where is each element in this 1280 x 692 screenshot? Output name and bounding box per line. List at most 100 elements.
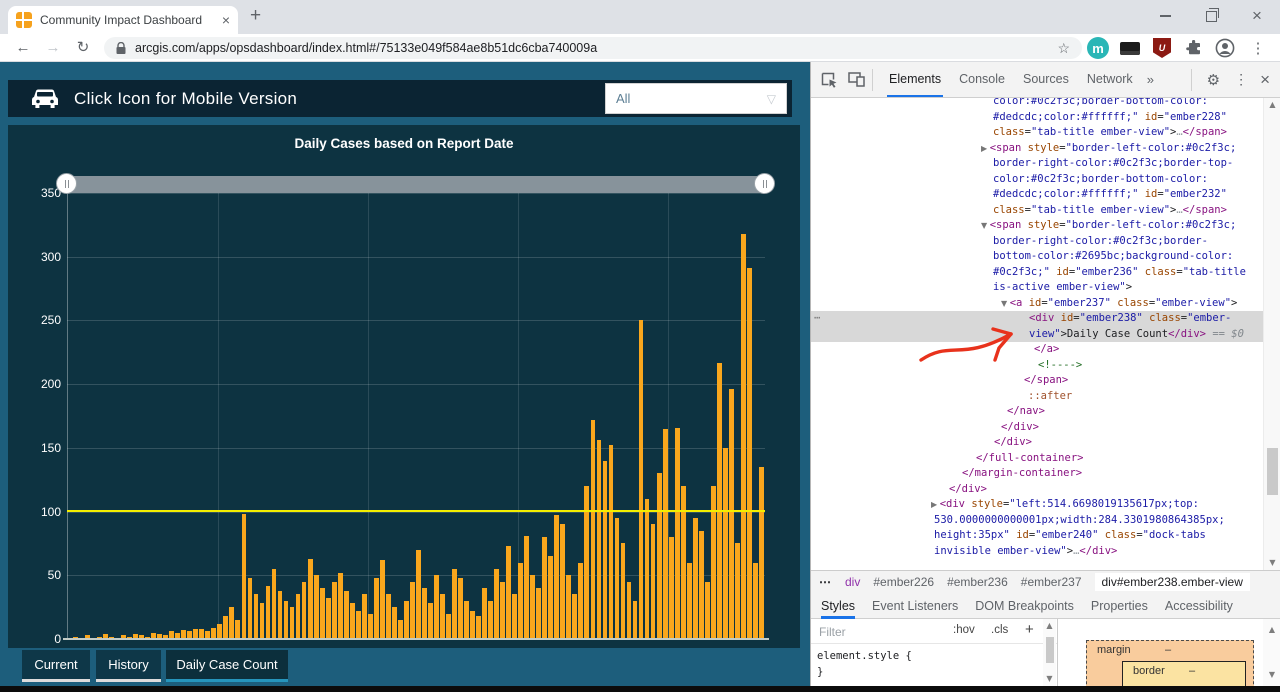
address-bar[interactable]: arcgis.com/apps/opsdashboard/index.html#… [104, 37, 1082, 59]
line-marker-icon[interactable]: ⋯ [814, 311, 821, 327]
window-close-button[interactable]: × [1235, 0, 1279, 32]
chart-bar[interactable] [470, 611, 475, 639]
chart-bar[interactable] [434, 575, 439, 639]
ublock-extension-icon[interactable]: U [1151, 37, 1173, 59]
sidebar-tab-dom-breakpoints[interactable]: DOM Breakpoints [975, 593, 1074, 619]
chart-bar[interactable] [266, 586, 271, 640]
chart-bar[interactable] [542, 537, 547, 639]
extension-keyboard-icon[interactable] [1119, 37, 1141, 59]
code-line[interactable]: border-right-color:#0c2f3c;border- [811, 234, 1263, 250]
code-line[interactable]: ▼ <a id="ember237" class="ember-view"> [811, 296, 1263, 312]
chart-bar[interactable] [651, 524, 656, 639]
chart-bar[interactable] [386, 594, 391, 639]
code-line[interactable]: invisible ember-view">…</div> [811, 544, 1263, 560]
chart-bar[interactable] [524, 536, 529, 639]
category-filter-dropdown[interactable]: All ▽ [605, 83, 787, 114]
chart-bar[interactable] [693, 518, 698, 639]
sidebar-tab-properties[interactable]: Properties [1091, 593, 1148, 619]
chart-bar[interactable] [645, 499, 650, 639]
element-style-rule-close[interactable]: } [817, 666, 823, 678]
dashboard-tab-daily-case-count[interactable]: Daily Case Count [166, 650, 288, 682]
chart-bar[interactable] [482, 588, 487, 639]
chart-bar[interactable] [416, 550, 421, 639]
chart-bar[interactable] [344, 591, 349, 639]
inspect-element-icon[interactable] [821, 72, 838, 88]
devtools-kebab-icon[interactable]: ⋮ [1228, 71, 1254, 88]
code-line[interactable]: <!----> [811, 358, 1263, 374]
chart-bar[interactable] [615, 518, 620, 639]
breadcrumb-item[interactable]: div [845, 575, 860, 589]
chart-bar[interactable] [530, 575, 535, 639]
chart-bar[interactable] [392, 607, 397, 639]
code-line[interactable]: #dedcdc;color:#ffffff;" id="ember228" [811, 110, 1263, 126]
breadcrumb-item[interactable]: div#ember238.ember-view [1095, 573, 1250, 591]
chart-bar[interactable] [452, 569, 457, 639]
scroll-down-icon[interactable]: ▼ [1264, 556, 1280, 570]
element-class-toggle[interactable]: .cls [991, 624, 1008, 636]
more-panels-icon[interactable]: » [1142, 72, 1159, 87]
code-line[interactable]: bottom-color:#2695bc;background-color: [811, 249, 1263, 265]
chart-bar[interactable] [446, 614, 451, 640]
breadcrumb-item[interactable]: ⋯ [819, 575, 832, 589]
sidebar-tab-styles[interactable]: Styles [821, 593, 855, 619]
chart-bar[interactable] [717, 363, 722, 640]
chart-bar[interactable] [512, 594, 517, 639]
chart-bar[interactable] [254, 594, 259, 639]
devtools-tab-console[interactable]: Console [950, 62, 1014, 97]
chart-bar[interactable] [356, 611, 361, 639]
chart-bar[interactable] [404, 601, 409, 639]
chart-bar[interactable] [332, 582, 337, 639]
chart-bar[interactable] [687, 563, 692, 640]
chart-bar[interactable] [290, 607, 295, 639]
chart-bar[interactable] [729, 389, 734, 639]
devtools-tab-sources[interactable]: Sources [1014, 62, 1078, 97]
gear-icon[interactable]: ⚙ [1199, 71, 1228, 89]
sidebar-tab-accessibility[interactable]: Accessibility [1165, 593, 1233, 619]
chart-bar[interactable] [566, 575, 571, 639]
chart-bar[interactable] [428, 603, 433, 639]
chart-bar[interactable] [422, 588, 427, 639]
chart-bar[interactable] [248, 578, 253, 639]
styles-scrollbar[interactable]: ▲ ▼ [1043, 619, 1056, 686]
code-line[interactable]: is-active ember-view"> [811, 280, 1263, 296]
new-style-rule-button[interactable]: + [1025, 621, 1034, 638]
chart-bar[interactable] [368, 614, 373, 640]
chart-bar[interactable] [338, 573, 343, 639]
chart-bar[interactable] [229, 607, 234, 639]
chart-bar[interactable] [591, 420, 596, 639]
code-line[interactable]: </span> [811, 373, 1263, 389]
chart-bar[interactable] [350, 603, 355, 639]
chart-bar[interactable] [217, 624, 222, 639]
code-line[interactable]: ▶ <div style="left:514.6698019135617px;t… [811, 497, 1263, 513]
chart-bar[interactable] [518, 563, 523, 640]
scroll-up-icon[interactable]: ▲ [1263, 623, 1280, 637]
reload-button[interactable]: ↻ [70, 34, 96, 61]
code-line[interactable]: border-right-color:#0c2f3c;border-top- [811, 156, 1263, 172]
browser-menu-kebab-icon[interactable]: ⋮ [1247, 37, 1269, 59]
chart-bar[interactable] [272, 569, 277, 639]
back-button[interactable]: ← [10, 34, 36, 61]
chart-bar[interactable] [278, 591, 283, 639]
chart-bar[interactable] [627, 582, 632, 639]
chart-bar[interactable] [242, 514, 247, 639]
chart-bar[interactable] [639, 320, 644, 639]
scrollbar-thumb[interactable] [1267, 448, 1278, 495]
chart-bar[interactable] [458, 578, 463, 639]
chart-bar[interactable] [260, 603, 265, 639]
range-slider-handle-right[interactable] [754, 173, 775, 194]
scroll-down-icon[interactable]: ▼ [1043, 672, 1056, 686]
dashboard-tab-current[interactable]: Current [22, 650, 90, 682]
devtools-close-icon[interactable]: × [1254, 70, 1280, 90]
code-line[interactable]: ▶ <span style="border-left-color:#0c2f3c… [811, 141, 1263, 157]
code-line[interactable]: 530.0000000000001px;width:284.3301980864… [811, 513, 1263, 529]
chart-bar[interactable] [464, 601, 469, 639]
element-style-rule-open[interactable]: element.style { [817, 650, 912, 662]
chart-bar[interactable] [572, 594, 577, 639]
code-line[interactable]: </a> [811, 342, 1263, 358]
box-model-margin[interactable]: margin – border – [1086, 640, 1254, 686]
range-slider-handle-left[interactable] [56, 173, 77, 194]
code-line[interactable]: #dedcdc;color:#ffffff;" id="ember232" [811, 187, 1263, 203]
styles-filter-input[interactable] [817, 622, 946, 642]
chart-bar[interactable] [284, 601, 289, 639]
chart-bar[interactable] [494, 569, 499, 639]
